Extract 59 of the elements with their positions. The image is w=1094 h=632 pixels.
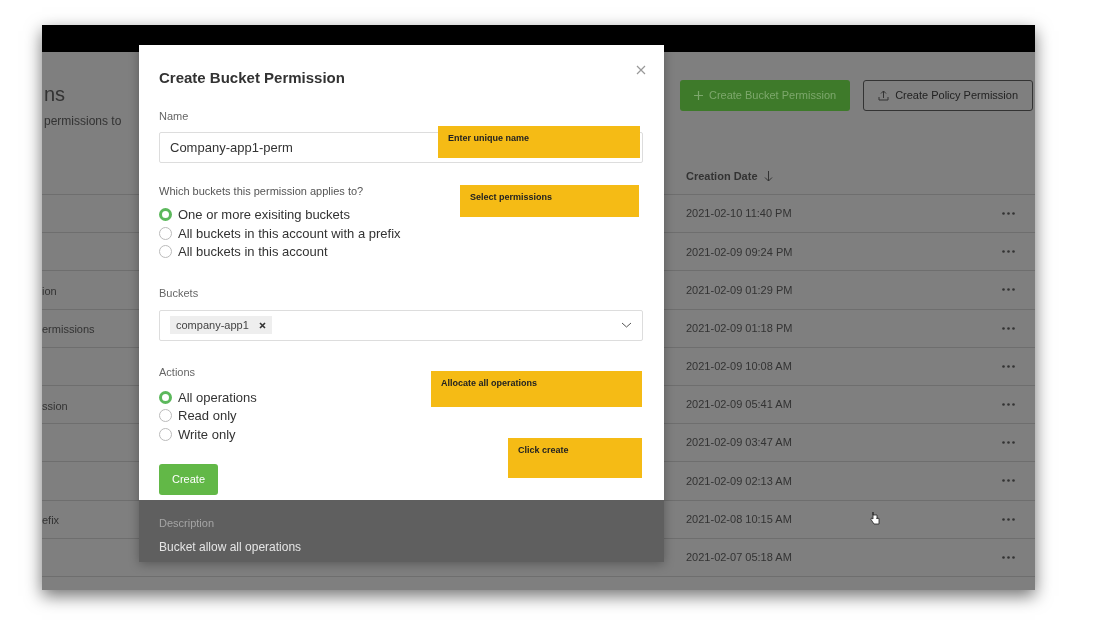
more-icon[interactable] bbox=[1002, 555, 1015, 559]
table-cell-text: 2021-02-09 05:41 AM bbox=[686, 397, 792, 413]
chevron-down-icon bbox=[621, 322, 632, 328]
radio-button[interactable] bbox=[159, 245, 172, 259]
close-icon[interactable] bbox=[636, 65, 646, 75]
plus-icon bbox=[693, 91, 703, 100]
description-label: Description bbox=[159, 516, 216, 531]
more-icon[interactable] bbox=[1002, 326, 1015, 330]
table-cell: ermissions bbox=[42, 323, 95, 336]
table-cell: ssion bbox=[42, 399, 68, 412]
more-icon[interactable] bbox=[1002, 441, 1015, 445]
radio-button[interactable] bbox=[159, 390, 172, 404]
table-cell-text: 2021-02-08 10:15 AM bbox=[686, 511, 792, 527]
table-cell-text: 2021-02-09 09:24 PM bbox=[686, 244, 793, 260]
sort-down-icon bbox=[763, 170, 773, 182]
field-label: Buckets bbox=[159, 286, 199, 301]
question-label: Which buckets this permission applies to? bbox=[159, 184, 364, 199]
more-icon[interactable] bbox=[1002, 250, 1015, 254]
radio-option[interactable]: Read only bbox=[159, 406, 237, 425]
table-cell-text: 2021-02-09 10:08 AM bbox=[686, 359, 792, 375]
table-cell-text: 2021-02-10 11:40 PM bbox=[686, 206, 792, 222]
annotation-callout: Click create bbox=[508, 438, 642, 478]
annotation-callout: Allocate all operations bbox=[431, 371, 642, 407]
pointer-icon bbox=[870, 511, 880, 525]
bucket-tag: company-app1 bbox=[170, 316, 272, 334]
field-label: Name bbox=[159, 108, 189, 124]
radio-option[interactable]: One or more exisiting buckets bbox=[159, 205, 350, 224]
table-cell: efix bbox=[42, 514, 60, 527]
radio-button[interactable] bbox=[159, 226, 172, 240]
table-cell-text: 2021-02-07 05:18 AM bbox=[686, 550, 792, 566]
annotation-callout: Enter unique name bbox=[438, 126, 640, 158]
radio-button[interactable] bbox=[159, 208, 172, 222]
page-title: ns bbox=[44, 82, 67, 106]
more-icon[interactable] bbox=[1002, 212, 1015, 216]
radio-button[interactable] bbox=[159, 427, 172, 441]
table-cell-text: 2021-02-09 01:18 PM bbox=[686, 320, 793, 336]
more-icon[interactable] bbox=[1002, 288, 1015, 292]
radio-option[interactable]: All operations bbox=[159, 388, 257, 407]
remove-icon[interactable] bbox=[258, 321, 266, 329]
upload-icon bbox=[878, 90, 890, 101]
radio-option[interactable]: All buckets in this account bbox=[159, 242, 328, 261]
more-icon[interactable] bbox=[1002, 517, 1015, 521]
page-subtitle: permissions to bbox=[44, 113, 122, 130]
annotation-callout: Select permissions bbox=[460, 185, 639, 217]
table-cell-text: 2021-02-09 01:29 PM bbox=[686, 282, 793, 298]
table-cell-text: 2021-02-09 02:13 AM bbox=[686, 473, 792, 489]
table-cell: ion bbox=[42, 284, 57, 297]
radio-button[interactable] bbox=[159, 409, 172, 423]
description-text: Bucket allow all operations bbox=[159, 538, 303, 556]
more-icon[interactable] bbox=[1002, 403, 1015, 407]
radio-option[interactable]: Write only bbox=[159, 425, 236, 444]
field-label: Actions bbox=[159, 364, 196, 380]
more-icon[interactable] bbox=[1002, 364, 1015, 368]
table-cell-text: 2021-02-09 03:47 AM bbox=[686, 435, 792, 451]
create-policy-button[interactable]: Create Policy Permission bbox=[863, 80, 1033, 111]
buckets-select-field[interactable]: company-app1 bbox=[159, 309, 643, 341]
dialog-title: Create Bucket Permission bbox=[159, 68, 345, 88]
radio-option[interactable]: All buckets in this account with a prefix bbox=[159, 224, 401, 243]
more-icon[interactable] bbox=[1002, 479, 1015, 483]
